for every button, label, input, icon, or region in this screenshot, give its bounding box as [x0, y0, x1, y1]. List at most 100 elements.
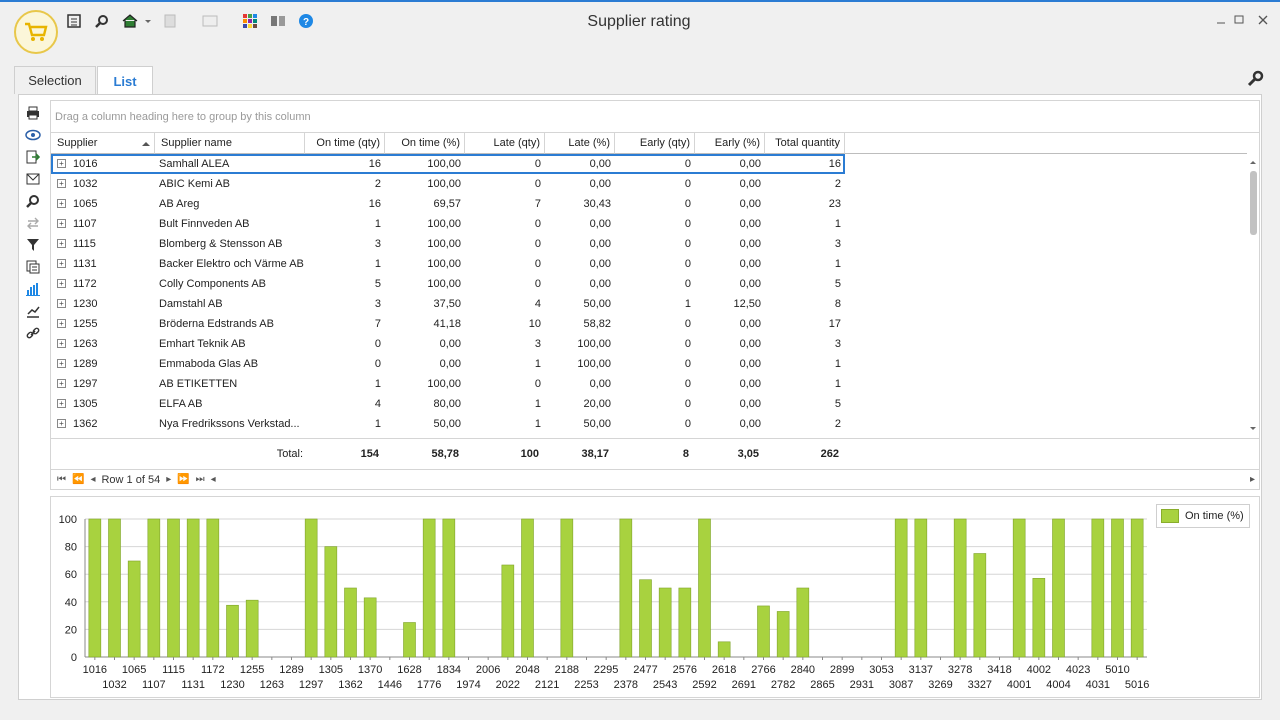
first-page-icon[interactable]: ⏮	[57, 474, 66, 485]
x-tick-label: 1362	[338, 679, 362, 691]
wrench-icon[interactable]	[1246, 70, 1264, 88]
cell-supplier-name: Emhart Teknik AB	[159, 338, 246, 350]
export-icon[interactable]	[22, 148, 44, 166]
expand-row-icon[interactable]: +	[57, 219, 66, 228]
last-page-icon[interactable]: ⏭	[196, 474, 205, 485]
cell-late-qty: 0	[534, 278, 541, 290]
expand-row-icon[interactable]: +	[57, 179, 66, 188]
cell-total-qty: 16	[828, 158, 841, 170]
cell-late-pct: 0,00	[589, 218, 611, 230]
column-header-label: Supplier	[57, 137, 98, 149]
tab-selection[interactable]: Selection	[14, 66, 96, 94]
column-header-on-time-qty[interactable]: On time (qty)	[305, 133, 385, 154]
legend-swatch	[1161, 509, 1179, 523]
expand-row-icon[interactable]: +	[57, 319, 66, 328]
bar	[1091, 518, 1105, 658]
cell-total-qty: 1	[834, 378, 841, 390]
expand-row-icon[interactable]: +	[57, 199, 66, 208]
edit-chart-icon[interactable]	[22, 302, 44, 320]
scroll-right-icon[interactable]: ▸	[1250, 474, 1255, 485]
column-header-supplier-name[interactable]: Supplier name	[155, 133, 305, 154]
column-header-late-pct[interactable]: Late (%)	[545, 133, 615, 154]
expand-row-icon[interactable]: +	[57, 239, 66, 248]
cell-late-qty: 0	[534, 258, 541, 270]
next-row-icon[interactable]: ▸	[166, 474, 171, 485]
bar	[127, 560, 141, 658]
expand-row-icon[interactable]: +	[57, 359, 66, 368]
column-header-early-pct[interactable]: Early (%)	[695, 133, 765, 154]
table-row[interactable]: +1016 Samhall ALEA 16 100,00 0 0,00 0 0,00 16	[51, 154, 1245, 174]
maximize-icon[interactable]	[1230, 12, 1248, 28]
scroll-down-icon[interactable]	[1247, 425, 1259, 433]
x-tick-label: 2253	[574, 679, 598, 691]
cell-early-qty: 0	[684, 418, 691, 430]
column-header-late-qty[interactable]: Late (qty)	[465, 133, 545, 154]
table-row[interactable]: +1289 Emmaboda Glas AB 0 0,00 1 100,00 0 0,00 1	[51, 354, 1245, 374]
expand-row-icon[interactable]: +	[57, 259, 66, 268]
cell-supplier-name: ABIC Kemi AB	[159, 178, 230, 190]
table-row[interactable]: +1065 AB Areg 16 69,57 7 30,43 0 0,00 23	[51, 194, 1245, 214]
bar	[894, 518, 908, 658]
link-icon[interactable]	[22, 324, 44, 342]
cell-on-time-pct: 100,00	[427, 258, 461, 270]
table-row[interactable]: +1131 Backer Elektro och Värme AB 1 100,00 0…	[51, 254, 1245, 274]
scroll-thumb[interactable]	[1250, 171, 1257, 235]
expand-row-icon[interactable]: +	[57, 159, 66, 168]
table-row[interactable]: +1230 Damstahl AB 3 37,50 4 50,00 1 12,50 8	[51, 294, 1245, 314]
next-page-icon[interactable]: ⏩	[177, 474, 189, 485]
table-row[interactable]: +1305 ELFA AB 4 80,00 1 20,00 0 0,00 5	[51, 394, 1245, 414]
cell-total-qty: 2	[834, 178, 841, 190]
column-header-on-time-pct[interactable]: On time (%)	[385, 133, 465, 154]
expand-row-icon[interactable]: +	[57, 379, 66, 388]
cell-supplier: 1065	[73, 198, 98, 210]
tab-list[interactable]: List	[97, 66, 153, 95]
scroll-up-icon[interactable]	[1247, 158, 1259, 166]
cell-total-qty: 17	[828, 318, 841, 330]
print-icon[interactable]	[22, 104, 44, 122]
x-tick-label: 2592	[692, 679, 716, 691]
copy-list-icon[interactable]	[22, 258, 44, 276]
table-row[interactable]: +1115 Blomberg & Stensson AB 3 100,00 0 0,00 0…	[51, 234, 1245, 254]
table-row[interactable]: +1032 ABIC Kemi AB 2 100,00 0 0,00 0 0,00 2	[51, 174, 1245, 194]
grid-rows: +1016 Samhall ALEA 16 100,00 0 0,00 0 0,00 16 +10…	[51, 154, 1245, 438]
cell-late-pct: 0,00	[589, 258, 611, 270]
cell-late-qty: 0	[534, 178, 541, 190]
minimize-icon[interactable]	[1212, 12, 1230, 28]
eye-icon[interactable]	[22, 126, 44, 144]
expand-row-icon[interactable]: +	[57, 279, 66, 288]
table-row[interactable]: +1107 Bult Finnveden AB 1 100,00 0 0,00 0 0,00 1	[51, 214, 1245, 234]
cell-on-time-pct: 69,57	[433, 198, 461, 210]
table-row[interactable]: +1263 Emhart Teknik AB 0 0,00 3 100,00 0 0,00 3	[51, 334, 1245, 354]
expand-row-icon[interactable]: +	[57, 399, 66, 408]
x-tick-label: 2543	[653, 679, 677, 691]
filter-icon[interactable]	[22, 236, 44, 254]
expand-row-icon[interactable]: +	[57, 339, 66, 348]
scroll-left-icon[interactable]: ◂	[211, 474, 216, 485]
mail-icon[interactable]	[22, 170, 44, 188]
column-header-total-qty[interactable]: Total quantity	[765, 133, 845, 154]
cell-supplier-name: Emmaboda Glas AB	[159, 358, 259, 370]
bar	[167, 518, 180, 658]
table-row[interactable]: +1255 Bröderna Edstrands AB 7 41,18 10 58,82 0…	[51, 314, 1245, 334]
bar	[186, 518, 200, 658]
x-tick-label: 1255	[240, 664, 264, 676]
expand-row-icon[interactable]: +	[57, 419, 66, 428]
column-header-supplier[interactable]: Supplier	[51, 133, 155, 154]
cell-supplier-name: Damstahl AB	[159, 298, 223, 310]
find-icon[interactable]	[22, 192, 44, 210]
expand-row-icon[interactable]: +	[57, 299, 66, 308]
prev-page-icon[interactable]: ⏪	[72, 474, 84, 485]
vertical-scrollbar[interactable]	[1247, 155, 1259, 437]
table-row[interactable]: +1362 Nya Fredrikssons Verkstad... 1 50,00 1…	[51, 414, 1245, 434]
prev-row-icon[interactable]: ◂	[90, 474, 95, 485]
bar-chart-icon[interactable]	[22, 280, 44, 298]
cell-early-pct: 0,00	[739, 338, 761, 350]
cell-total-qty: 3	[834, 338, 841, 350]
cell-late-pct: 58,82	[583, 318, 611, 330]
table-row[interactable]: +1297 AB ETIKETTEN 1 100,00 0 0,00 0 0,00 1	[51, 374, 1245, 394]
table-row[interactable]: +1172 Colly Components AB 5 100,00 0 0,00 0 0,0…	[51, 274, 1245, 294]
group-by-hint[interactable]: Drag a column heading here to group by t…	[51, 101, 1259, 133]
bar	[1130, 518, 1144, 658]
close-icon[interactable]	[1254, 12, 1272, 28]
column-header-early-qty[interactable]: Early (qty)	[615, 133, 695, 154]
